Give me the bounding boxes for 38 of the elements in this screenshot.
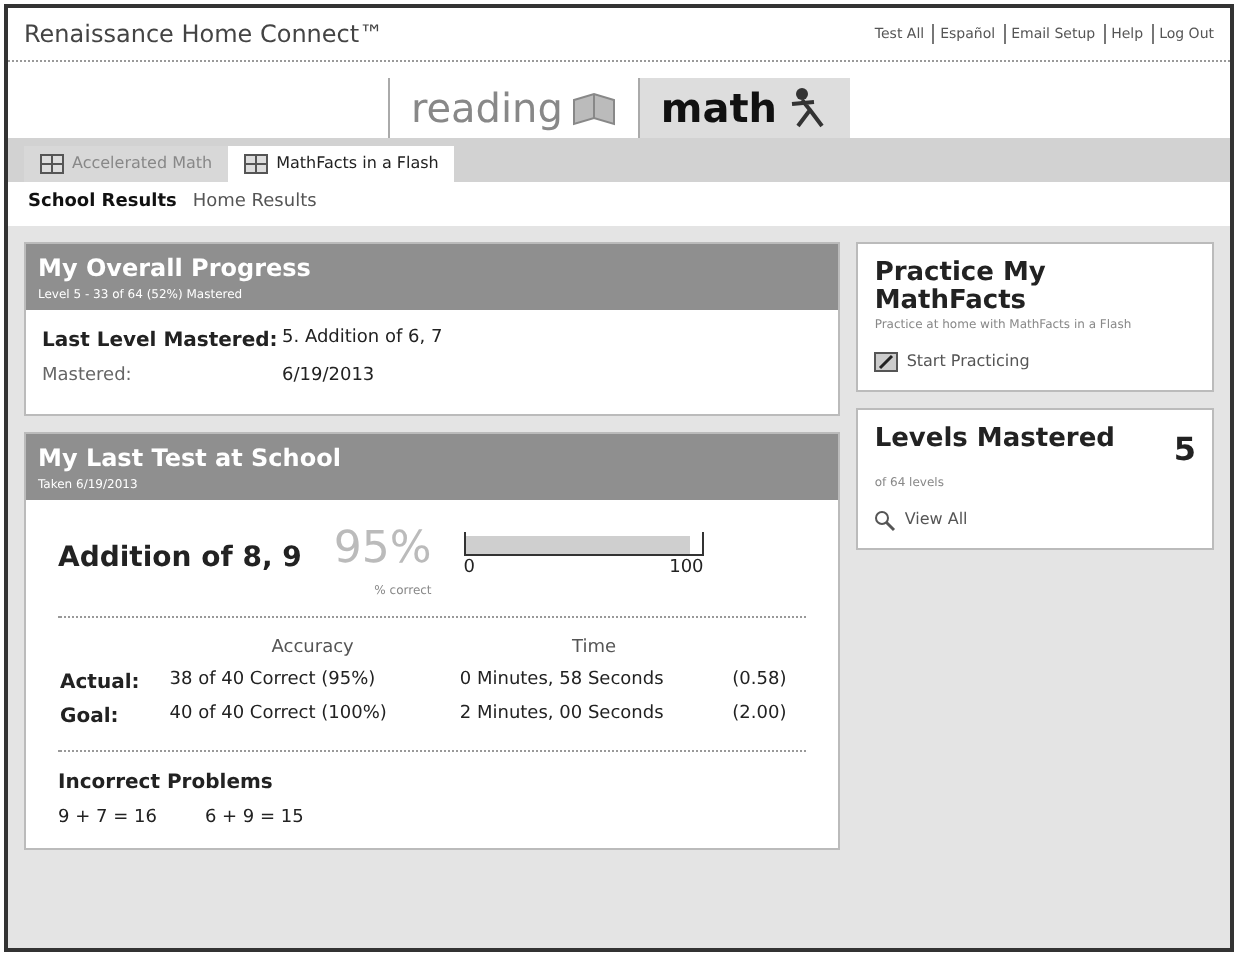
- search-icon: [874, 509, 897, 532]
- view-all-link[interactable]: View All: [874, 508, 968, 533]
- sub-tab[interactable]: School Results: [24, 190, 181, 217]
- field-label: Last Level Mastered:: [42, 327, 280, 355]
- section-title: Incorrect Problems: [58, 769, 275, 797]
- panel-title: My Overall Progress: [38, 251, 313, 285]
- card-title: Levels Mastered: [874, 426, 1115, 459]
- table-cell-text: 40 of 40 Correct (100%): [167, 702, 389, 729]
- field-value: 5. Addition of 6, 7: [282, 325, 443, 351]
- book-icon: [570, 88, 619, 128]
- grid-icon: [244, 154, 269, 174]
- app-title: Renaissance Home Connect™: [24, 18, 384, 52]
- column-header: Time: [570, 636, 619, 662]
- field-label: Mastered:: [42, 363, 134, 389]
- row-label: Actual:: [58, 669, 142, 697]
- level-name: Addition of 8, 9: [58, 539, 302, 577]
- table-cell-text: (0.58): [730, 668, 789, 695]
- subject-tab[interactable]: math: [638, 78, 850, 138]
- scale-label: 0: [463, 556, 476, 583]
- problem-text: 6 + 9 = 15: [204, 805, 304, 831]
- app-tab[interactable]: MathFacts in a Flash: [228, 146, 455, 182]
- column-header: Accuracy: [269, 636, 356, 662]
- pencil-icon: [874, 352, 899, 373]
- table-cell-text: (2.00): [730, 702, 789, 729]
- field-value: 6/19/2013: [282, 363, 375, 389]
- table-cell-text: 0 Minutes, 58 Seconds: [457, 668, 666, 695]
- panel-title: My Last Test at School: [38, 442, 343, 476]
- card-title: Practice My MathFacts: [874, 259, 1048, 317]
- table-cell-text: 2 Minutes, 00 Seconds: [457, 702, 666, 729]
- level-count: 5: [1173, 428, 1196, 473]
- table-cell-text: 38 of 40 Correct (95%): [167, 668, 378, 695]
- start-link[interactable]: Start Practicing: [874, 350, 1030, 375]
- problem-text: 9 + 7 = 16: [58, 805, 157, 831]
- sub-tab[interactable]: Home Results: [188, 190, 321, 217]
- grid-icon: [40, 154, 64, 174]
- scale-label: 100: [669, 556, 704, 583]
- row-label: Goal:: [58, 703, 121, 731]
- percent-value: 95%: [333, 522, 432, 578]
